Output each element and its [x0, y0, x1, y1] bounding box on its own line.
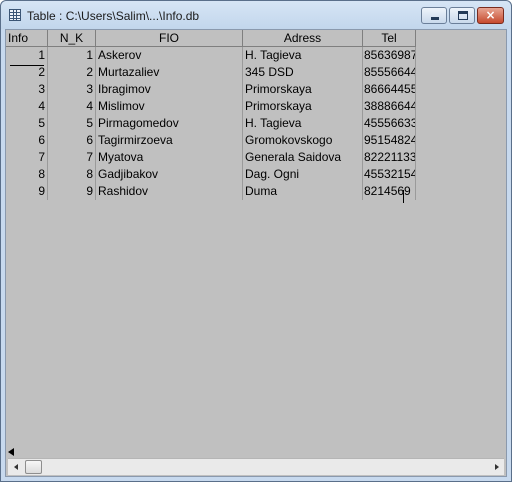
title-bar[interactable]: Table : C:\Users\Salim\...\Info.db ×: [1, 1, 511, 29]
table-row[interactable]: 4 4 Mislimov Primorskaya 38886644: [6, 98, 416, 115]
close-button[interactable]: ×: [477, 7, 504, 24]
maximize-icon: [458, 11, 468, 20]
cell-fio[interactable]: Rashidov: [96, 183, 243, 200]
cell-fio[interactable]: Tagirmirzoeva: [96, 132, 243, 149]
maximize-button[interactable]: [449, 7, 475, 24]
header-row: Info N_K FIO Adress Tel: [6, 30, 416, 47]
table-row[interactable]: 2 2 Murtazaliev 345 DSD 85556644: [6, 64, 416, 81]
text-caret: [403, 190, 404, 203]
table-row[interactable]: 8 8 Gadjibakov Dag. Ogni 45532154: [6, 166, 416, 183]
minimize-button[interactable]: [421, 7, 447, 24]
table-row[interactable]: 1 1 Askerov H. Tagieva 85636987: [6, 47, 416, 64]
table-row[interactable]: 7 7 Myatova Generala Saidova 82221133: [6, 149, 416, 166]
cell-info[interactable]: 7: [6, 149, 48, 166]
cell-n-k[interactable]: 9: [48, 183, 96, 200]
cell-fio[interactable]: Askerov: [96, 47, 243, 64]
cell-info[interactable]: 3: [6, 81, 48, 98]
cell-tel[interactable]: 38886644: [363, 98, 416, 115]
cell-info[interactable]: 8: [6, 166, 48, 183]
cell-tel[interactable]: 85556644: [363, 64, 416, 81]
column-header-tel[interactable]: Tel: [363, 30, 416, 47]
cell-info[interactable]: 6: [6, 132, 48, 149]
table-grid-area[interactable]: Info N_K FIO Adress Tel 1 1 Askerov H. T…: [5, 29, 507, 477]
cell-info[interactable]: 5: [6, 115, 48, 132]
cell-adress[interactable]: Primorskaya: [243, 81, 363, 98]
cell-fio[interactable]: Ibragimov: [96, 81, 243, 98]
table-window: Table : C:\Users\Salim\...\Info.db × Inf…: [0, 0, 512, 482]
minimize-icon: [431, 17, 439, 20]
cell-adress[interactable]: Gromokovskogo: [243, 132, 363, 149]
cell-fio[interactable]: Pirmagomedov: [96, 115, 243, 132]
cell-n-k[interactable]: 5: [48, 115, 96, 132]
scroll-left-button[interactable]: [8, 459, 24, 475]
table-row[interactable]: 3 3 Ibragimov Primorskaya 86664455: [6, 81, 416, 98]
cell-fio[interactable]: Mislimov: [96, 98, 243, 115]
cell-n-k[interactable]: 2: [48, 64, 96, 81]
cell-fio[interactable]: Myatova: [96, 149, 243, 166]
cell-info[interactable]: 4: [6, 98, 48, 115]
table-row[interactable]: 9 9 Rashidov Duma 8214569: [6, 183, 416, 200]
scroll-right-button[interactable]: [488, 459, 504, 475]
cell-n-k[interactable]: 6: [48, 132, 96, 149]
cell-tel[interactable]: 45556633: [363, 115, 416, 132]
column-header-info[interactable]: Info: [6, 30, 48, 47]
table-icon: [9, 9, 21, 21]
scroll-thumb[interactable]: [25, 460, 42, 474]
cell-info[interactable]: 2: [6, 64, 48, 81]
cell-info[interactable]: 1: [6, 47, 48, 64]
row-pointer-arrow-icon: [8, 448, 14, 456]
cell-adress[interactable]: Generala Saidova: [243, 149, 363, 166]
cell-adress[interactable]: Primorskaya: [243, 98, 363, 115]
cell-adress[interactable]: 345 DSD: [243, 64, 363, 81]
table-row[interactable]: 6 6 Tagirmirzoeva Gromokovskogo 95154824: [6, 132, 416, 149]
horizontal-scrollbar[interactable]: [8, 458, 504, 475]
cell-adress[interactable]: Dag. Ogni: [243, 166, 363, 183]
cell-n-k[interactable]: 7: [48, 149, 96, 166]
cell-n-k[interactable]: 3: [48, 81, 96, 98]
column-header-n-k[interactable]: N_K: [48, 30, 96, 47]
cell-adress[interactable]: H. Tagieva: [243, 115, 363, 132]
cell-tel[interactable]: 45532154: [363, 166, 416, 183]
focus-underline: [10, 65, 44, 66]
cell-tel[interactable]: 85636987: [363, 47, 416, 64]
cell-adress[interactable]: Duma: [243, 183, 363, 200]
table-row[interactable]: 5 5 Pirmagomedov H. Tagieva 45556633: [6, 115, 416, 132]
cell-n-k[interactable]: 4: [48, 98, 96, 115]
arrow-right-icon: [495, 464, 499, 470]
cell-info[interactable]: 9: [6, 183, 48, 200]
window-title: Table : C:\Users\Salim\...\Info.db: [27, 9, 200, 23]
cell-tel[interactable]: 86664455: [363, 81, 416, 98]
cell-tel[interactable]: 8214569: [363, 183, 416, 200]
cell-tel[interactable]: 82221133: [363, 149, 416, 166]
cell-adress[interactable]: H. Tagieva: [243, 47, 363, 64]
close-icon: ×: [485, 8, 496, 22]
cell-fio[interactable]: Murtazaliev: [96, 64, 243, 81]
column-header-fio[interactable]: FIO: [96, 30, 243, 47]
arrow-left-icon: [14, 464, 18, 470]
cell-n-k[interactable]: 1: [48, 47, 96, 64]
column-header-adress[interactable]: Adress: [243, 30, 363, 47]
cell-fio[interactable]: Gadjibakov: [96, 166, 243, 183]
cell-tel[interactable]: 95154824: [363, 132, 416, 149]
cell-n-k[interactable]: 8: [48, 166, 96, 183]
